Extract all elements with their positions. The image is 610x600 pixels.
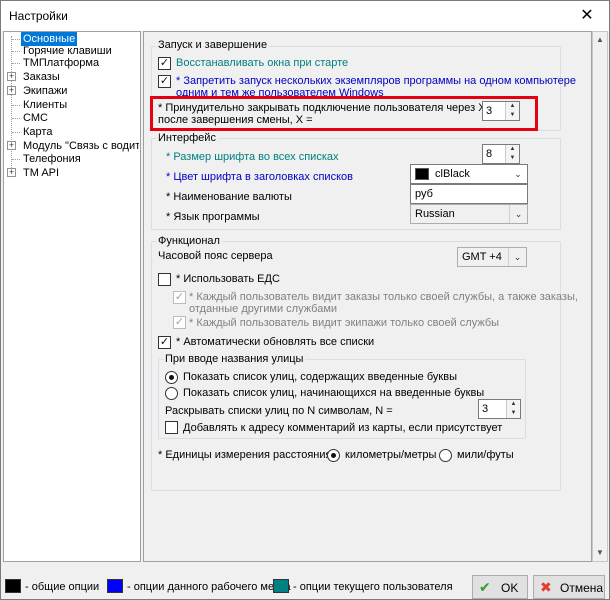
tree-line [12,51,20,52]
cancel-button-label: Отмена [560,581,604,595]
expand-icon[interactable]: + [7,141,16,150]
font-size-label: * Размер шрифта во всех списках [166,151,339,163]
ok-button-label: OK [501,581,519,595]
tree-line [12,39,20,40]
functional-group-title: Функционал [156,235,222,247]
check-icon: ✔ [479,579,491,595]
expand-icon[interactable]: + [7,86,16,95]
street-starts-radio[interactable] [165,387,178,400]
units-miles-label: мили/футы [457,449,514,461]
color-swatch [415,168,429,180]
street-contains-radio[interactable] [165,371,178,384]
legend-swatch-user [273,579,289,593]
spin-down-icon[interactable]: ▼ [506,154,519,163]
single-instance-checkbox[interactable]: ✓ [158,75,171,88]
auto-refresh-checkbox[interactable]: ✓ [158,336,171,349]
font-size-value: 8 [486,148,493,160]
legend-swatch-common [5,579,21,593]
tree-line [12,159,20,160]
expand-icon[interactable]: + [7,72,16,81]
cancel-x-icon: ✖ [540,579,552,595]
expand-n-label: Раскрывать списки улиц по N символам, N … [165,405,393,417]
timezone-value: GMT +4 [462,251,502,263]
ok-button[interactable]: ✔ OK [472,575,528,599]
expand-n-value: 3 [482,403,489,415]
add-comment-label: Добавлять к адресу комментарий из карты,… [183,422,503,434]
tree-line [12,132,20,133]
legend-common-label: - общие опции [25,581,100,593]
tree-line [12,63,20,64]
restore-windows-checkbox[interactable]: ✓ [158,57,171,70]
legend-workstation-label: - опции данного рабочего места [127,581,291,593]
language-label: * Язык программы [166,211,260,223]
tree-item-tmplatform[interactable]: ТМПлатформа [23,56,99,70]
chevron-down-icon[interactable]: ⌄ [508,248,526,266]
settings-tree: Основные Горячие клавиши ТМПлатформа + З… [3,31,141,562]
tree-item-tm-api[interactable]: TM API [23,166,59,180]
units-label: * Единицы измерения расстояния: [158,449,335,461]
tree-line [12,118,20,119]
each-user-orders-label-line2: отданные другими службами [189,303,338,315]
interface-group-title: Интерфейс [156,132,218,144]
window-title: Настройки [9,9,68,23]
chevron-down-icon[interactable]: ⌄ [509,205,527,223]
spin-up-icon[interactable]: ▲ [507,400,520,409]
restore-windows-label: Восстанавливать окна при старте [176,57,349,69]
expand-icon[interactable]: + [7,168,16,177]
units-km-label: километры/метры [345,449,437,461]
scroll-up-icon[interactable]: ▲ [593,32,607,48]
startup-group-title: Запуск и завершение [156,39,270,51]
units-km-radio[interactable] [327,449,340,462]
close-icon[interactable]: ✕ [565,1,609,31]
street-input-group-title: При вводе названия улицы [163,353,306,365]
use-eds-checkbox[interactable] [158,273,171,286]
each-user-crews-label: * Каждый пользователь видит экипажи толь… [189,317,500,329]
tree-item-orders[interactable]: Заказы [23,70,60,84]
header-color-value: clBlack [435,168,470,180]
settings-window: Настройки ✕ Основные Горячие клавиши ТМП… [0,0,610,600]
tree-item-telephony[interactable]: Телефония [23,152,81,166]
timezone-label: Часовой пояс сервера [158,250,273,262]
each-user-crews-checkbox[interactable]: ✓ [173,316,186,329]
legend-user-label: - опции текущего пользователя [293,581,453,593]
chevron-down-icon[interactable]: ⌄ [509,165,527,183]
street-starts-label: Показать список улиц, начинающихся на вв… [183,387,485,399]
timezone-combo[interactable]: GMT +4 ⌄ [457,247,527,267]
currency-value: руб [415,188,433,200]
header-color-label: * Цвет шрифта в заголовках списков [166,171,353,183]
use-eds-label: * Использовать ЕДС [176,273,280,285]
tree-item-map[interactable]: Карта [23,125,52,139]
font-size-spinner[interactable]: 8 ▲ ▼ [482,144,520,164]
vertical-scrollbar[interactable]: ▲ ▼ [592,31,608,562]
each-user-orders-checkbox[interactable]: ✓ [173,291,186,304]
tree-item-sms[interactable]: СМС [23,111,48,125]
header-color-combo[interactable]: clBlack ⌄ [410,164,528,184]
red-highlight-box [150,96,538,131]
cancel-button[interactable]: ✖ Отмена [533,575,605,599]
expand-n-spinner[interactable]: 3 ▲ ▼ [478,399,521,419]
units-miles-radio[interactable] [439,449,452,462]
language-combo[interactable]: Russian ⌄ [410,204,528,224]
spin-down-icon[interactable]: ▼ [507,409,520,418]
scroll-down-icon[interactable]: ▼ [593,545,607,561]
tree-item-driver-link[interactable]: Модуль "Связь с водителем" [23,139,139,153]
street-contains-label: Показать список улиц, содержащих введенн… [183,371,457,383]
currency-label: * Наименование валюты [166,191,292,203]
legend-swatch-workstation [107,579,123,593]
tree-item-clients[interactable]: Клиенты [23,98,67,112]
tree-item-crews[interactable]: Экипажи [23,84,67,98]
auto-refresh-label: * Автоматически обновлять все списки [176,336,375,348]
title-bar: Настройки ✕ [1,1,609,31]
tree-line [12,105,20,106]
currency-input[interactable]: руб [410,184,528,204]
add-comment-checkbox[interactable] [165,421,178,434]
language-value: Russian [415,208,455,220]
spin-up-icon[interactable]: ▲ [506,145,519,154]
